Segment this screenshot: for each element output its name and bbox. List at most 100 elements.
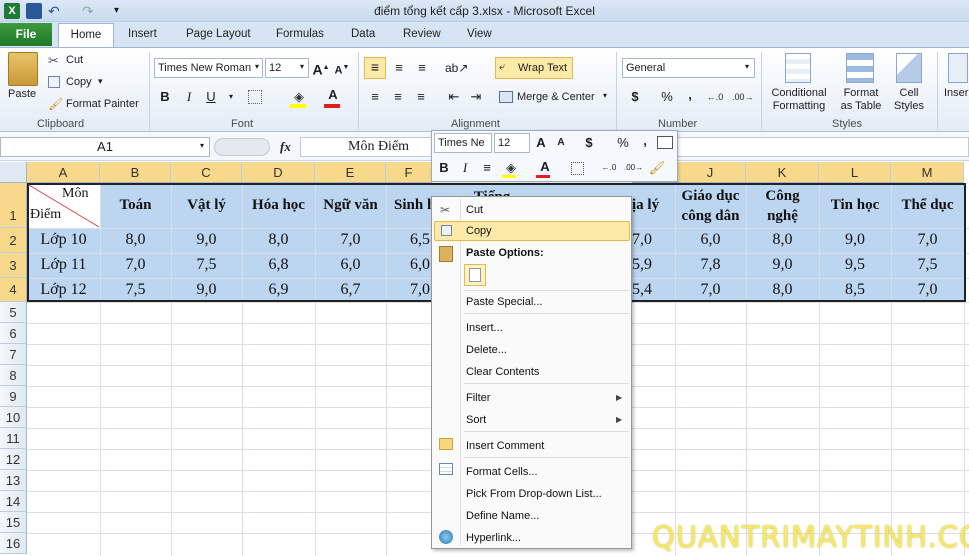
menu-item-cut[interactable]: Cut [432, 199, 631, 221]
column-header-l[interactable]: L [819, 162, 891, 183]
row-header-7[interactable]: 7 [0, 344, 27, 365]
row-header-6[interactable]: 6 [0, 323, 27, 344]
shrink-font-icon[interactable]: A▼ [333, 59, 351, 77]
mini-comma-button[interactable]: , [636, 132, 654, 150]
tab-home[interactable]: Home [58, 23, 114, 47]
tab-data[interactable]: Data [351, 28, 375, 40]
table-cell[interactable]: 7,0 [891, 231, 964, 249]
mini-currency-button[interactable]: $ [580, 134, 598, 152]
menu-item-paste-special[interactable]: Paste Special... [432, 291, 631, 313]
column-header-b[interactable]: B [100, 162, 171, 183]
menu-item-format-cells[interactable]: Format Cells... [432, 461, 631, 483]
menu-item-define-name[interactable]: Define Name... [432, 505, 631, 527]
mini-center-icon[interactable]: ≡ [478, 159, 496, 177]
menu-item-delete[interactable]: Delete... [432, 339, 631, 361]
chevron-down-icon[interactable]: ▾ [200, 141, 204, 150]
menu-item-insert-comment[interactable]: Insert Comment [432, 435, 631, 457]
row-header-4[interactable]: 4 [0, 278, 27, 302]
grow-font-icon[interactable]: A▲ [312, 59, 330, 78]
merge-center-button[interactable]: Merge & Center [517, 91, 595, 103]
cell-styles-button[interactable]: Cell Styles [888, 87, 930, 113]
header-cell[interactable]: Sinh h [386, 197, 432, 214]
table-cell[interactable]: 9,0 [171, 281, 242, 299]
header-cell[interactable]: Tin học [819, 197, 891, 214]
table-cell[interactable]: 6,9 [242, 281, 315, 299]
tab-page-layout[interactable]: Page Layout [186, 28, 251, 40]
table-cell[interactable]: Lớp 11 [27, 256, 100, 274]
table-cell[interactable]: 7,0 [891, 281, 964, 299]
align-center-icon[interactable]: ≡ [389, 88, 407, 106]
row-header-16[interactable]: 16 [0, 533, 27, 554]
table-cell[interactable]: 9,0 [171, 231, 242, 249]
menu-item-copy[interactable]: Copy [432, 220, 631, 242]
insert-function-button[interactable]: fx [280, 139, 291, 155]
name-box[interactable]: A1 [0, 137, 210, 157]
insert-cells-button[interactable]: Inser [944, 87, 968, 99]
paste-button[interactable]: Paste [8, 88, 36, 100]
header-cell[interactable]: Tiếng [472, 186, 512, 196]
percent-button[interactable]: % [658, 88, 676, 106]
align-right-icon[interactable]: ≡ [412, 88, 430, 106]
menu-item-pick-from-list[interactable]: Pick From Drop-down List... [432, 483, 631, 505]
underline-button[interactable]: U [202, 88, 220, 106]
column-header-a[interactable]: A [27, 162, 100, 183]
header-cell[interactable]: Công nghệ [746, 186, 819, 226]
mini-decrease-decimal-icon[interactable]: .00→ [624, 159, 643, 177]
header-cell[interactable]: ịa lý [632, 197, 675, 214]
row-header-8[interactable]: 8 [0, 365, 27, 386]
row-header-3[interactable]: 3 [0, 253, 27, 278]
column-header-c[interactable]: C [171, 162, 242, 183]
copy-button[interactable]: Copy [66, 76, 92, 88]
column-header-f[interactable]: F [386, 162, 432, 183]
mini-increase-decimal-icon[interactable]: ←.0 [600, 159, 618, 177]
menu-item-filter[interactable]: Filter [432, 387, 631, 409]
table-cell[interactable]: 7,0 [386, 281, 432, 299]
table-cell[interactable]: 9,0 [819, 231, 891, 249]
table-cell[interactable]: 6,5 [386, 231, 432, 249]
mini-italic-button[interactable]: I [456, 159, 474, 177]
table-cell[interactable]: 7,0 [675, 281, 746, 299]
row-header-12[interactable]: 12 [0, 449, 27, 470]
row-header-2[interactable]: 2 [0, 228, 27, 253]
mini-format-table-icon[interactable] [657, 136, 673, 149]
tab-review[interactable]: Review [403, 28, 441, 40]
chevron-down-icon[interactable]: ▾ [745, 62, 749, 71]
menu-item-hyperlink[interactable]: Hyperlink... [432, 527, 631, 549]
align-top-icon[interactable]: ≡ [364, 57, 386, 79]
table-cell[interactable]: 7,0 [632, 231, 675, 249]
mini-font-color-icon[interactable]: A [536, 158, 554, 176]
table-cell[interactable]: 8,0 [746, 281, 819, 299]
select-all-corner[interactable] [0, 162, 27, 183]
table-cell[interactable]: Lớp 12 [27, 281, 100, 299]
column-header-k[interactable]: K [746, 162, 819, 183]
menu-item-sort[interactable]: Sort [432, 409, 631, 431]
paste-icon[interactable] [8, 52, 38, 86]
increase-indent-icon[interactable]: ⇥ [467, 88, 485, 106]
mini-borders-icon[interactable] [571, 162, 584, 175]
format-as-table-button[interactable]: Format as Table [835, 87, 887, 113]
currency-button[interactable]: $ [626, 88, 644, 106]
cut-button[interactable]: Cut [66, 54, 83, 66]
table-cell[interactable]: 6,0 [675, 231, 746, 249]
mini-bold-button[interactable]: B [435, 159, 453, 177]
table-cell[interactable]: 6,0 [315, 256, 386, 274]
increase-decimal-icon[interactable]: ←.0 [706, 88, 724, 106]
decrease-indent-icon[interactable]: ⇤ [445, 88, 463, 106]
copy-dropdown-icon[interactable]: ▾ [98, 76, 103, 87]
column-header-j[interactable]: J [675, 162, 746, 183]
menu-item-clear-contents[interactable]: Clear Contents [432, 361, 631, 383]
font-color-button[interactable]: A [324, 86, 342, 104]
tab-file[interactable]: File [0, 23, 52, 46]
row-header-9[interactable]: 9 [0, 386, 27, 407]
table-cell[interactable]: 7,8 [675, 256, 746, 274]
mini-font-dropdown[interactable]: Times Ne [434, 133, 492, 153]
italic-button[interactable]: I [180, 88, 198, 106]
bold-button[interactable]: B [156, 88, 174, 106]
mini-grow-font-icon[interactable]: A [532, 134, 550, 152]
table-cell[interactable]: 9,0 [746, 256, 819, 274]
column-header-d[interactable]: D [242, 162, 315, 183]
header-cell[interactable]: Toán [100, 197, 171, 214]
chevron-down-icon[interactable]: ▾ [300, 62, 304, 71]
table-cell[interactable]: 8,0 [242, 231, 315, 249]
header-cell[interactable]: Giáo dục công dân [675, 186, 746, 226]
